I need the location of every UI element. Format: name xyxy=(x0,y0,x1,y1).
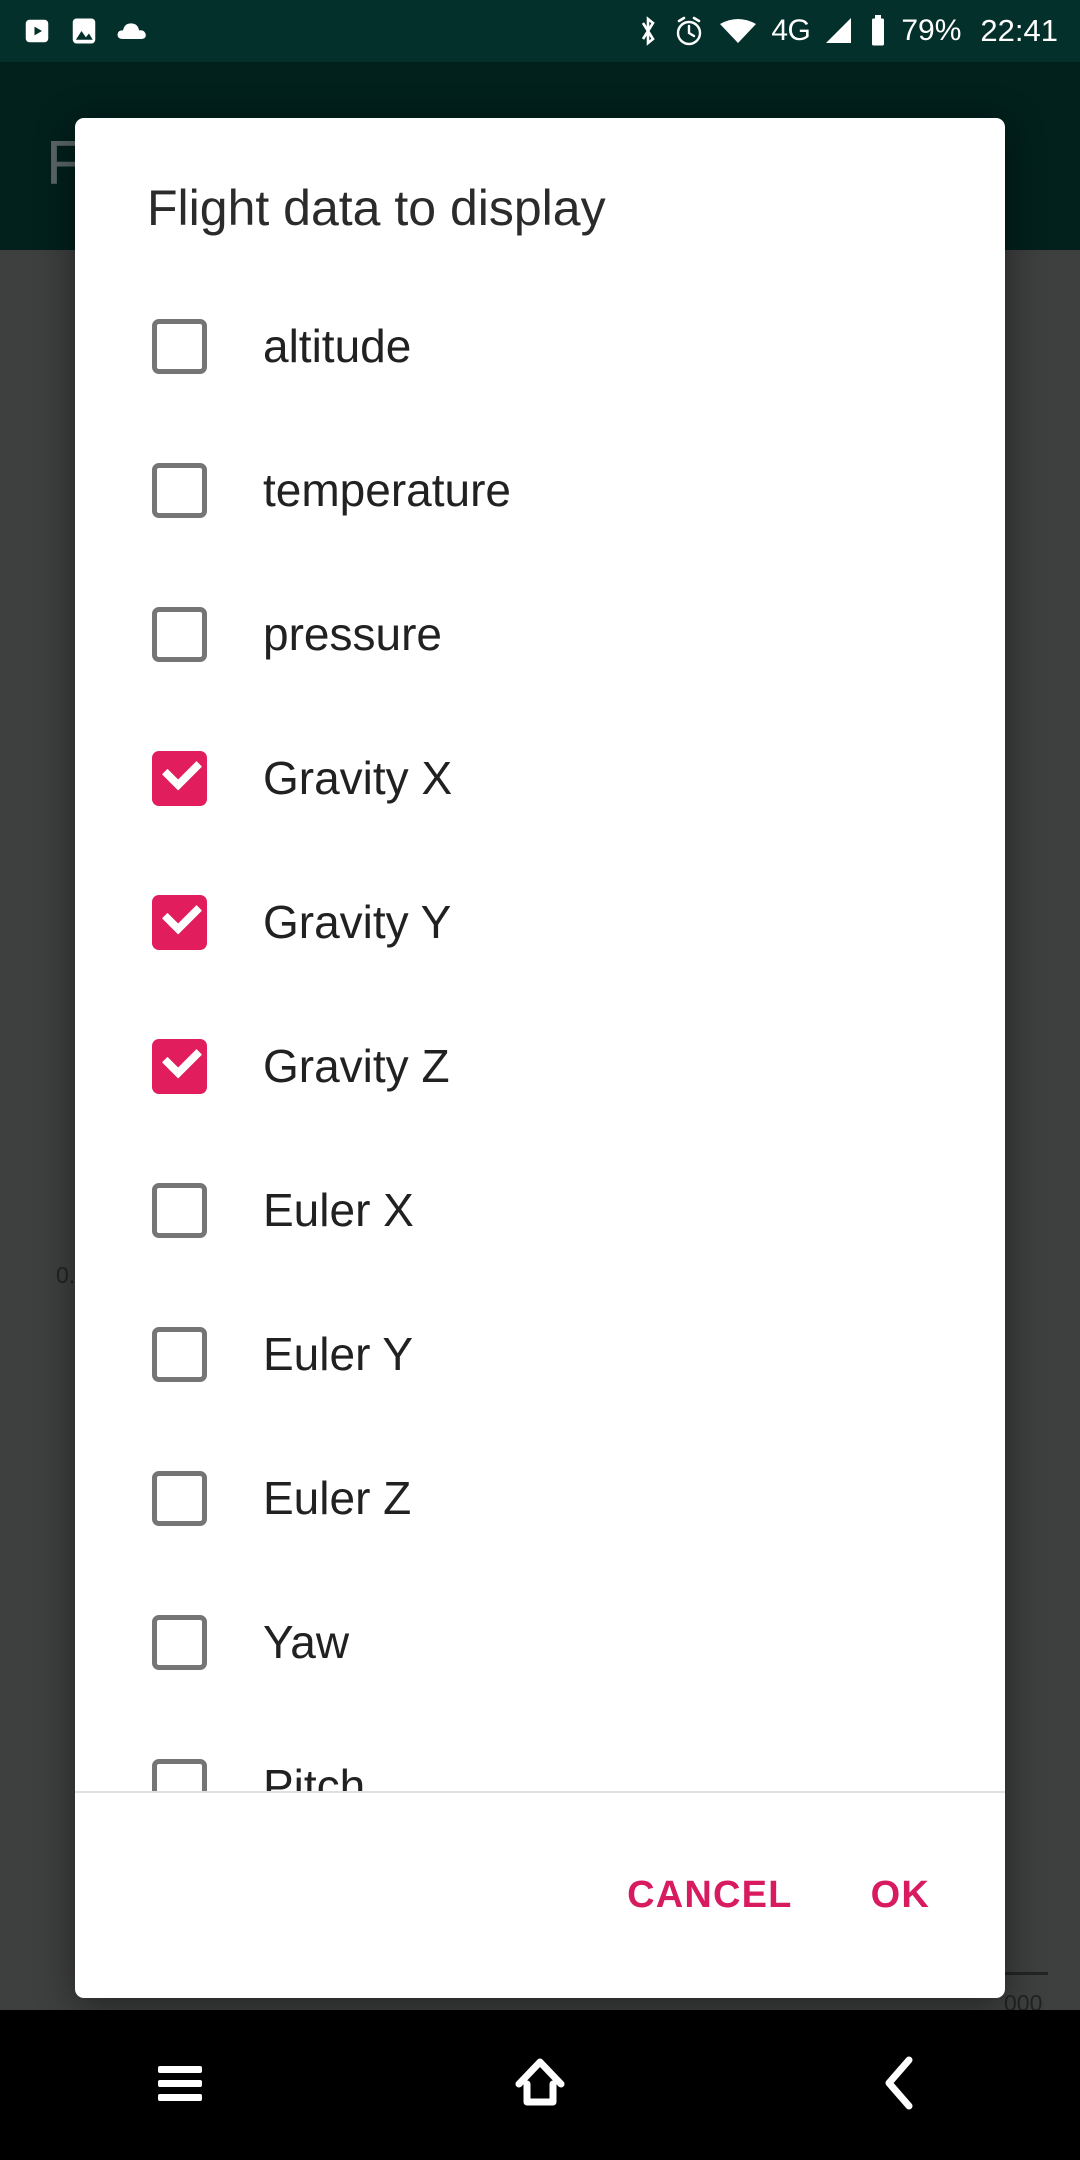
option-row[interactable]: Gravity X xyxy=(75,706,1005,850)
checkbox-unchecked[interactable] xyxy=(152,1614,207,1670)
checkbox-checked[interactable] xyxy=(152,894,207,950)
option-row[interactable]: pressure xyxy=(75,562,1005,706)
dialog-action-bar: CANCEL OK xyxy=(75,1793,1005,1998)
option-row[interactable]: Pitch xyxy=(75,1714,1005,1791)
option-label: altitude xyxy=(263,320,412,372)
bluetooth-icon xyxy=(636,14,660,48)
battery-icon xyxy=(868,14,888,48)
option-row[interactable]: Gravity Y xyxy=(75,850,1005,994)
option-label: Gravity X xyxy=(263,752,453,804)
option-label: temperature xyxy=(263,464,512,516)
wifi-icon xyxy=(718,16,758,46)
checkbox-unchecked[interactable] xyxy=(152,606,207,662)
home-button[interactable] xyxy=(360,2052,720,2119)
ok-button[interactable]: OK xyxy=(871,1874,930,1917)
option-row[interactable]: Yaw xyxy=(75,1570,1005,1714)
alarm-icon xyxy=(673,14,705,48)
option-row[interactable]: Euler X xyxy=(75,1138,1005,1282)
option-row[interactable]: temperature xyxy=(75,418,1005,562)
cancel-button[interactable]: CANCEL xyxy=(627,1874,793,1917)
option-label: Yaw xyxy=(263,1616,350,1668)
signal-icon xyxy=(823,16,855,46)
home-icon xyxy=(509,2052,571,2119)
recents-button[interactable] xyxy=(0,2056,360,2115)
youtube-icon xyxy=(22,16,52,46)
checkbox-unchecked[interactable] xyxy=(152,462,207,518)
option-label: Euler Y xyxy=(263,1328,414,1380)
system-navigation-bar xyxy=(0,2010,1080,2160)
photos-icon xyxy=(70,16,98,46)
checkbox-checked[interactable] xyxy=(152,750,207,806)
option-row[interactable]: Euler Z xyxy=(75,1426,1005,1570)
menu-icon xyxy=(150,2056,210,2115)
option-label: pressure xyxy=(263,608,442,660)
network-type-label: 4G xyxy=(771,14,811,47)
status-bar-left-icons xyxy=(22,16,150,46)
checkbox-unchecked[interactable] xyxy=(152,1326,207,1382)
flight-data-options-list[interactable]: altitude temperature pressure Gravity X Grav… xyxy=(75,236,1005,1791)
checkbox-unchecked[interactable] xyxy=(152,318,207,374)
checkbox-checked[interactable] xyxy=(152,1038,207,1094)
option-label: Euler X xyxy=(263,1184,414,1236)
dialog-title: Flight data to display xyxy=(147,180,606,236)
option-row[interactable]: Euler Y xyxy=(75,1282,1005,1426)
status-bar: 4G 79% 22:41 xyxy=(0,0,1080,62)
option-label: Euler Z xyxy=(263,1472,412,1524)
chevron-left-icon xyxy=(873,2052,927,2119)
option-label: Gravity Y xyxy=(263,896,452,948)
checkbox-unchecked[interactable] xyxy=(152,1182,207,1238)
option-row[interactable]: Gravity Z xyxy=(75,994,1005,1138)
checkbox-unchecked[interactable] xyxy=(152,1758,207,1791)
cloud-icon xyxy=(116,19,150,43)
back-button[interactable] xyxy=(720,2052,1080,2119)
flight-data-dialog: Flight data to display altitude temperatu… xyxy=(75,118,1005,1998)
option-label: Pitch xyxy=(263,1760,366,1791)
option-row[interactable]: altitude xyxy=(75,274,1005,418)
status-bar-right-icons: 4G 79% 22:41 xyxy=(636,13,1058,49)
status-bar-clock: 22:41 xyxy=(980,13,1058,48)
option-label: Gravity Z xyxy=(263,1040,450,1092)
checkbox-unchecked[interactable] xyxy=(152,1470,207,1526)
battery-percent-label: 79% xyxy=(901,14,962,47)
